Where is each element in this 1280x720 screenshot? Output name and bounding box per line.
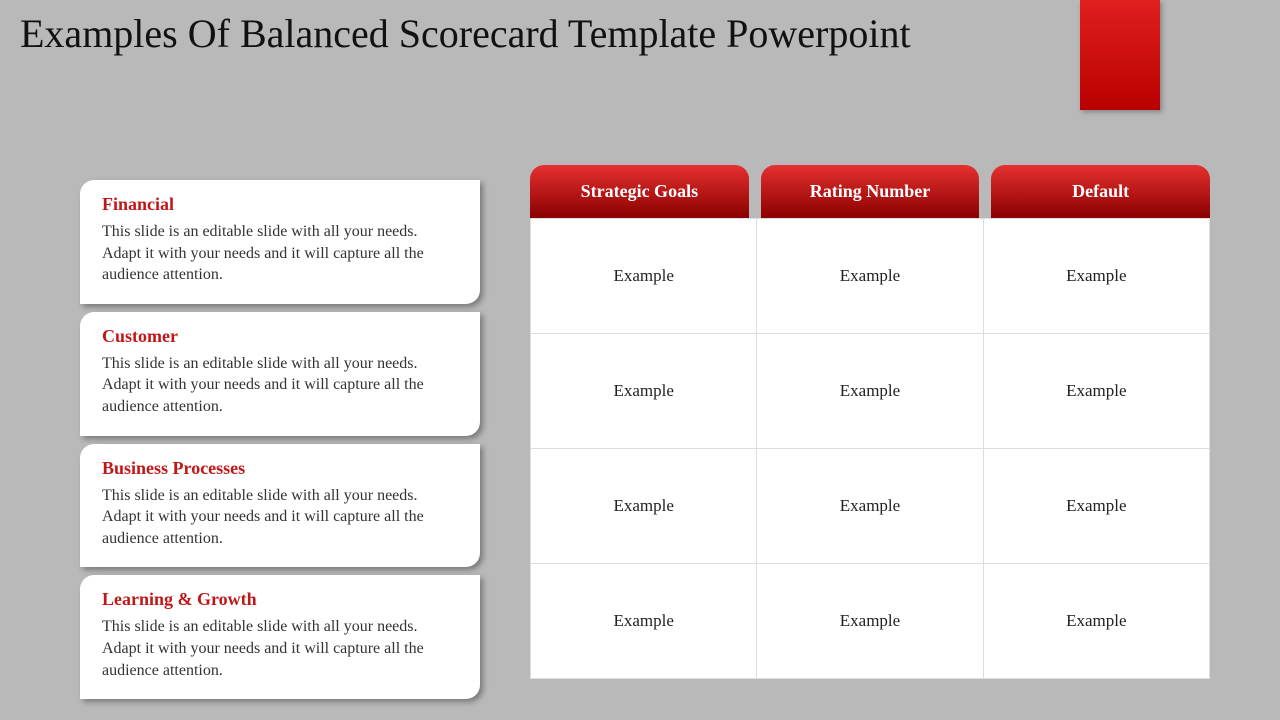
table-row: Example Example Example <box>531 564 1210 679</box>
cell: Example <box>531 449 757 564</box>
page-title: Examples Of Balanced Scorecard Template … <box>20 10 911 57</box>
data-grid: Example Example Example Example Example … <box>530 218 1210 679</box>
card-learning-growth: Learning & Growth This slide is an edita… <box>80 575 480 699</box>
cell: Example <box>757 449 983 564</box>
cell: Example <box>983 449 1209 564</box>
card-title: Financial <box>102 194 458 215</box>
cell: Example <box>531 334 757 449</box>
table-row: Example Example Example <box>531 449 1210 564</box>
col-header-default: Default <box>991 165 1210 218</box>
cell: Example <box>983 334 1209 449</box>
cell: Example <box>757 564 983 679</box>
cell: Example <box>531 564 757 679</box>
col-header-strategic-goals: Strategic Goals <box>530 165 749 218</box>
card-body: This slide is an editable slide with all… <box>102 616 458 681</box>
table-header-row: Strategic Goals Rating Number Default <box>530 165 1210 218</box>
card-body: This slide is an editable slide with all… <box>102 353 458 418</box>
card-body: This slide is an editable slide with all… <box>102 485 458 550</box>
card-financial: Financial This slide is an editable slid… <box>80 180 480 304</box>
cell: Example <box>983 219 1209 334</box>
table-row: Example Example Example <box>531 219 1210 334</box>
card-body: This slide is an editable slide with all… <box>102 221 458 286</box>
cell: Example <box>983 564 1209 679</box>
cell: Example <box>531 219 757 334</box>
card-title: Learning & Growth <box>102 589 458 610</box>
card-customer: Customer This slide is an editable slide… <box>80 312 480 436</box>
scorecard-table: Strategic Goals Rating Number Default Ex… <box>530 165 1210 679</box>
cell: Example <box>757 219 983 334</box>
cell: Example <box>757 334 983 449</box>
accent-ribbon <box>1080 0 1160 110</box>
card-business-processes: Business Processes This slide is an edit… <box>80 444 480 568</box>
table-row: Example Example Example <box>531 334 1210 449</box>
card-title: Customer <box>102 326 458 347</box>
card-title: Business Processes <box>102 458 458 479</box>
perspective-cards: Financial This slide is an editable slid… <box>80 180 480 707</box>
col-header-rating-number: Rating Number <box>761 165 980 218</box>
